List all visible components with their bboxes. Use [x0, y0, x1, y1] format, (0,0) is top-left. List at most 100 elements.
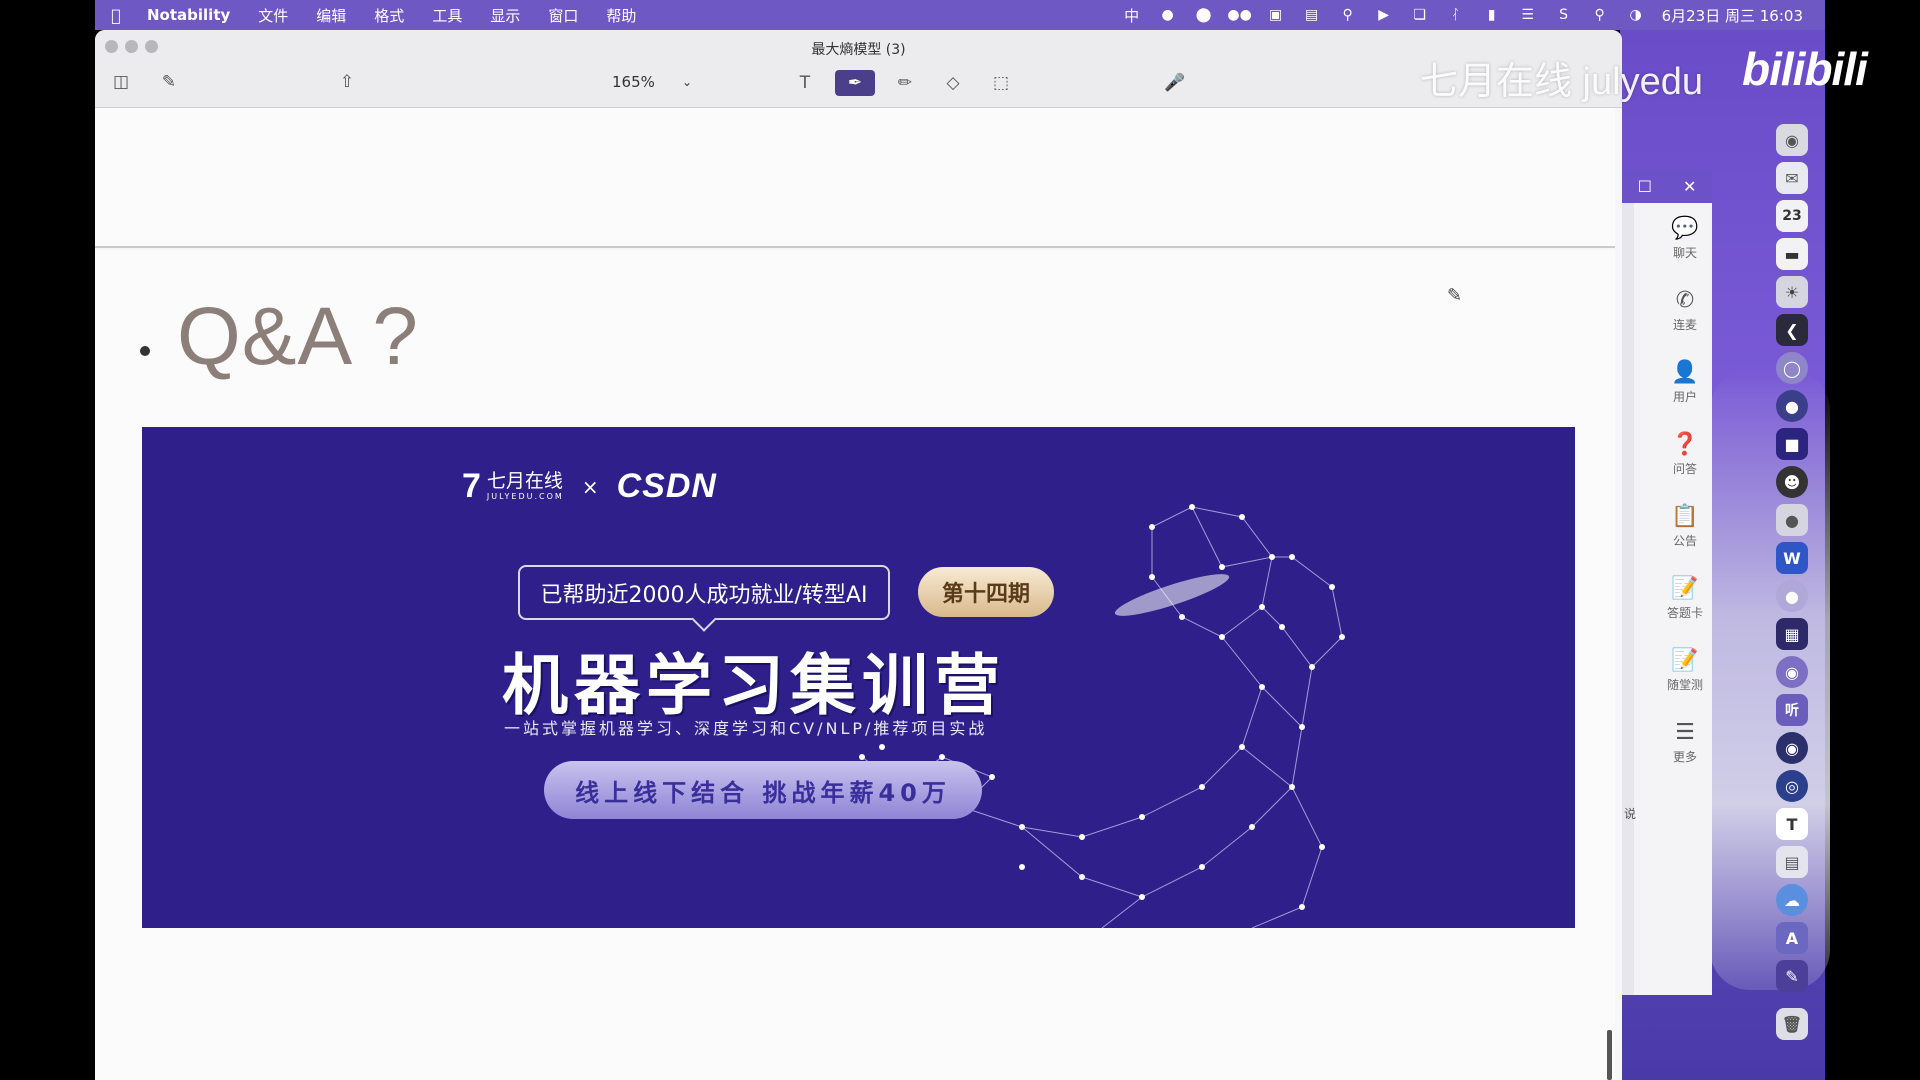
side-item-call[interactable]: ✆ 连麦 [1660, 290, 1710, 333]
search-zoom-icon[interactable]: ⚲ [1338, 7, 1358, 23]
note-page[interactable]: Q&A ? ✎ 7 七月在线 JULYEDU.COM × CSDN 已帮助近20… [95, 250, 1615, 1080]
netease-icon[interactable]: ◉ [1776, 656, 1808, 688]
channel-watermark: 七月在线 julyedu [1420, 61, 1703, 103]
vscode-icon[interactable]: ❮ [1776, 314, 1808, 346]
menu-tools[interactable]: 工具 [418, 5, 476, 26]
side-item-label: 用户 [1672, 390, 1697, 404]
side-item-qa[interactable]: ❓ 问答 [1660, 434, 1710, 477]
quiz-icon: 📝 [1671, 648, 1699, 673]
maximize-panel-icon[interactable]: ☐ [1638, 177, 1652, 196]
spotlight-icon[interactable]: ⚲ [1590, 7, 1610, 23]
previous-page-area[interactable] [95, 108, 1615, 248]
pen-cursor-icon: ✎ [1447, 285, 1463, 306]
screen-icon[interactable]: ▣ [1266, 7, 1286, 23]
banner-tagline-text: 已帮助近2000人成功就业/转型AI [540, 582, 868, 608]
highlighter-tool-icon[interactable]: ✏ [885, 70, 925, 96]
banner-pill: 线上线下结合 挑战年薪40万 [544, 761, 982, 819]
menu-file[interactable]: 文件 [244, 5, 302, 26]
pen-tool-icon[interactable]: ✒ [835, 70, 875, 96]
trash-icon[interactable]: 🗑 [1776, 1008, 1808, 1040]
notability-window: 最大熵模型 (3) ◫ ✎ ⇧ 165% ⌄ T ✒ ✏ ◇ ⬚ 🎤 Q&A ?… [95, 30, 1622, 1080]
zoom-select[interactable]: 165% ⌄ [600, 68, 700, 96]
side-item-chat[interactable]: 💬 聊天 [1660, 218, 1710, 261]
scrollbar-thumb[interactable] [1607, 1030, 1612, 1080]
sidebar-toggle-icon[interactable]: ◫ [109, 68, 133, 96]
mail-icon[interactable]: ✉ [1776, 162, 1808, 194]
banner-subtitle: 一站式掌握机器学习、深度学习和CV/NLP/推荐项目实战 [504, 719, 988, 738]
bluetooth-icon[interactable]: ᛮ [1446, 7, 1466, 23]
side-item-quiz[interactable]: 📝 随堂测 [1660, 650, 1710, 693]
input-method-indicator[interactable]: 中 [1122, 7, 1142, 25]
chrome-icon[interactable]: ◉ [1776, 124, 1808, 156]
cloud-icon[interactable]: ☁ [1776, 884, 1808, 916]
window-titlebar: 最大熵模型 (3) ◫ ✎ ⇧ 165% ⌄ T ✒ ✏ ◇ ⬚ 🎤 [95, 30, 1622, 108]
menu-bar:  Notability 文件 编辑 格式 工具 显示 窗口 帮助 中 ● ⬤ … [95, 0, 1825, 30]
side-item-label: 答题卡 [1666, 606, 1703, 620]
bullet-point [140, 346, 150, 356]
side-panel-divider [1622, 200, 1634, 995]
circle-icon[interactable]: ⬤ [1194, 7, 1214, 23]
notability-dock-icon[interactable]: ✎ [1776, 960, 1808, 992]
side-panel-header: ☐ ✕ [1622, 170, 1712, 203]
screenshot-icon[interactable]: ▤ [1776, 846, 1808, 878]
listen-app-icon[interactable]: 听 [1776, 694, 1808, 726]
notes-icon[interactable]: ▬ [1776, 238, 1808, 270]
chat-app-icon[interactable]: ● [1158, 7, 1178, 23]
microphone-icon[interactable]: 🎤 [1155, 70, 1195, 96]
wechat-dock-icon[interactable]: ● [1776, 504, 1808, 536]
app-circle-icon[interactable]: ● [1776, 580, 1808, 612]
calendar-icon[interactable]: 23 [1776, 200, 1808, 232]
chat-icon: 💬 [1671, 216, 1699, 241]
ftp-icon[interactable]: ◎ [1776, 770, 1808, 802]
word-icon[interactable]: W [1776, 542, 1808, 574]
side-item-users[interactable]: 👤 用户 [1660, 362, 1710, 405]
share-icon[interactable]: ⇧ [335, 68, 359, 96]
wechat-icon[interactable]: ●● [1227, 7, 1251, 23]
battery-icon[interactable]: ▮ [1482, 7, 1502, 23]
side-item-label: 更多 [1672, 750, 1697, 764]
qq-icon[interactable]: ☻ [1776, 466, 1808, 498]
terminal-icon[interactable]: ▦ [1776, 618, 1808, 650]
listen-label: 听 [1785, 703, 1799, 719]
window-title: 最大熵模型 (3) [811, 42, 906, 58]
question-icon: ❓ [1671, 432, 1699, 457]
announcement-icon: 📋 [1671, 504, 1699, 529]
app-icon[interactable]: ▤ [1302, 7, 1322, 23]
status-area: 中 ● ⬤ ●● ▣ ▤ ⚲ ▶ ❏ ᛮ ▮ ☰ S ⚲ ◑ 6月23日 周三 … [1122, 5, 1825, 26]
wifi-icon[interactable]: ☰ [1518, 7, 1538, 23]
menu-help[interactable]: 帮助 [592, 5, 650, 26]
github-icon[interactable]: ◉ [1776, 732, 1808, 764]
text-app-label: T [1786, 814, 1798, 834]
eraser-tool-icon[interactable]: ◇ [933, 70, 973, 96]
circle-app-icon[interactable]: ◯ [1776, 352, 1808, 384]
menu-edit[interactable]: 编辑 [302, 5, 360, 26]
control-center-icon[interactable]: ◑ [1626, 7, 1646, 23]
evernote-icon[interactable]: ● [1776, 390, 1808, 422]
menu-format[interactable]: 格式 [360, 5, 418, 26]
brand-separator: × [581, 474, 599, 499]
photos-icon[interactable]: ☀ [1776, 276, 1808, 308]
window-icon[interactable]: ❏ [1410, 7, 1430, 23]
play-icon[interactable]: ▶ [1374, 7, 1394, 23]
text-tool-icon[interactable]: T [785, 70, 825, 96]
menu-clock[interactable]: 6月23日 周三 16:03 [1662, 5, 1803, 26]
apple-menu-icon[interactable]:  [95, 6, 137, 25]
compose-icon[interactable]: ✎ [157, 68, 181, 96]
side-item-answer-card[interactable]: 📝 答题卡 [1660, 578, 1710, 621]
square-app-icon[interactable]: ■ [1776, 428, 1808, 460]
side-item-announcement[interactable]: 📋 公告 [1660, 506, 1710, 549]
side-item-more[interactable]: ☰ 更多 [1660, 722, 1710, 765]
close-panel-icon[interactable]: ✕ [1683, 177, 1696, 196]
answer-card-icon: 📝 [1671, 576, 1699, 601]
more-icon: ☰ [1675, 720, 1695, 745]
menu-app-name[interactable]: Notability [137, 6, 244, 24]
menu-view[interactable]: 显示 [476, 5, 534, 26]
menu-window[interactable]: 窗口 [534, 5, 592, 26]
side-item-label: 聊天 [1672, 246, 1697, 260]
dictionary-icon[interactable]: A [1776, 922, 1808, 954]
user-icon: 👤 [1671, 360, 1699, 385]
phase-badge: 第十四期 [918, 567, 1054, 617]
lasso-tool-icon[interactable]: ⬚ [981, 70, 1021, 96]
s-app-icon[interactable]: S [1554, 7, 1574, 23]
typora-icon[interactable]: T [1776, 808, 1808, 840]
